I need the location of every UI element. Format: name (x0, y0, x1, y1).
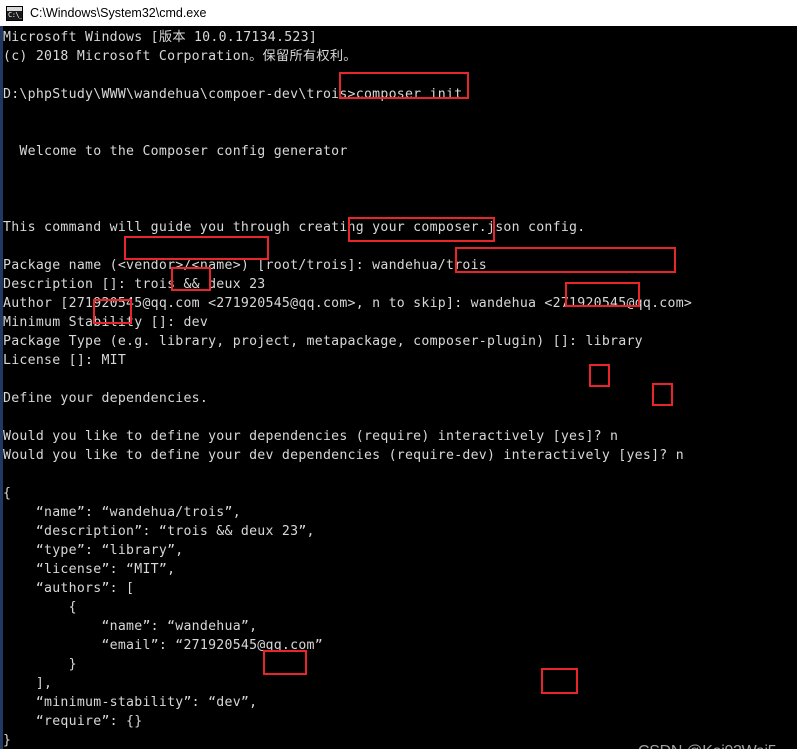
window-titlebar[interactable]: C:\_ C:\Windows\System32\cmd.exe (0, 0, 797, 26)
terminal-content: Microsoft Windows [版本 10.0.17134.523] (c… (3, 30, 693, 748)
console-output-area[interactable]: Microsoft Windows [版本 10.0.17134.523] (c… (0, 26, 797, 749)
watermark-username: CSDN @Kai92Wai5 (638, 743, 777, 749)
window-title: C:\Windows\System32\cmd.exe (30, 6, 207, 20)
terminal-text: Microsoft Windows [版本 10.0.17134.523] (c… (3, 28, 692, 749)
icon-prompt-glyph: C:\_ (8, 10, 23, 19)
cmd-window: C:\_ C:\Windows\System32\cmd.exe Microso… (0, 0, 797, 749)
cmd-console-icon: C:\_ (6, 5, 23, 21)
